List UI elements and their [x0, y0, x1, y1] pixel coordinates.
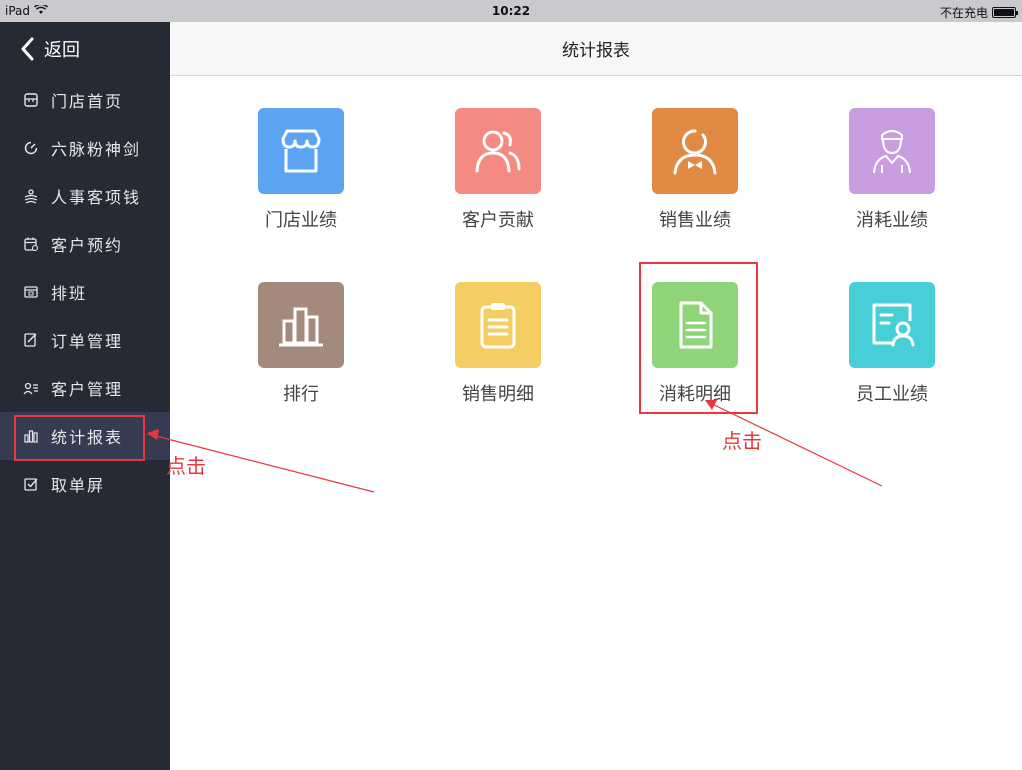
sidebar-arrow-icon	[147, 429, 375, 493]
tile-arrow-icon	[705, 400, 883, 487]
annotation-arrows	[147, 400, 883, 493]
